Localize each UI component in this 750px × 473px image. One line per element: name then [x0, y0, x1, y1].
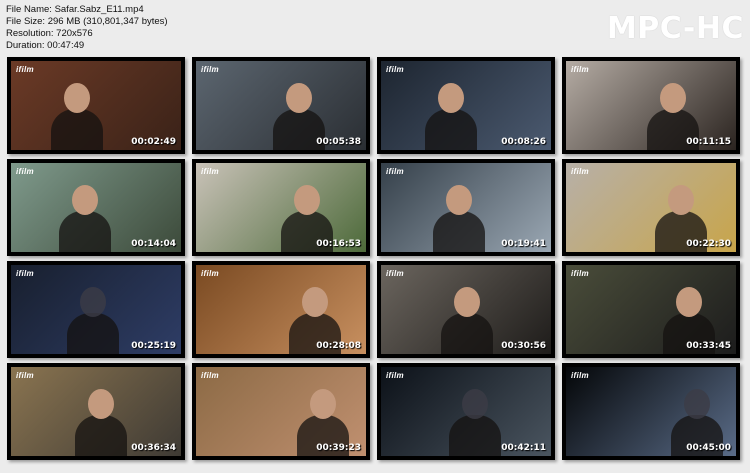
channel-watermark: ifilm: [16, 167, 34, 176]
scene-figure-head: [294, 185, 320, 215]
scene-figure: [51, 109, 103, 150]
scene-figure: [441, 313, 493, 354]
thumbnail-timestamp: 00:45:00: [686, 443, 731, 453]
thumbnail-frame: ifilm 00:05:38: [196, 61, 366, 150]
thumbnail-frame: ifilm 00:22:30: [566, 163, 736, 252]
channel-watermark: ifilm: [571, 269, 589, 278]
thumbnail-frame: ifilm 00:25:19: [11, 265, 181, 354]
scene-figure-head: [438, 83, 464, 113]
video-thumbnail[interactable]: ifilm 00:02:49: [7, 57, 185, 154]
scene-figure: [59, 211, 111, 252]
thumbnail-frame: ifilm 00:08:26: [381, 61, 551, 150]
resolution-text: Resolution: 720x576: [6, 28, 93, 39]
thumbnail-timestamp: 00:05:38: [316, 137, 361, 147]
scene-figure-head: [462, 389, 488, 419]
mpc-hc-logo: MPC-HC: [606, 11, 744, 46]
channel-watermark: ifilm: [201, 269, 219, 278]
scene-figure-head: [454, 287, 480, 317]
video-thumbnail[interactable]: ifilm 00:16:53: [192, 159, 370, 256]
thumbnail-frame: ifilm 00:33:45: [566, 265, 736, 354]
channel-watermark: ifilm: [201, 65, 219, 74]
scene-figure-head: [80, 287, 106, 317]
thumbnail-timestamp: 00:22:30: [686, 239, 731, 249]
channel-watermark: ifilm: [386, 269, 404, 278]
video-thumbnail[interactable]: ifilm 00:22:30: [562, 159, 740, 256]
thumbnail-frame: ifilm 00:42:11: [381, 367, 551, 456]
thumbnail-timestamp: 00:28:08: [316, 341, 361, 351]
thumbnail-frame: ifilm 00:16:53: [196, 163, 366, 252]
channel-watermark: ifilm: [16, 371, 34, 380]
channel-watermark: ifilm: [386, 371, 404, 380]
file-name-text: File Name: Safar.Sabz_E11.mp4: [6, 4, 144, 15]
scene-figure: [67, 313, 119, 354]
channel-watermark: ifilm: [571, 371, 589, 380]
scene-figure: [425, 109, 477, 150]
duration-text: Duration: 00:47:49: [6, 40, 85, 51]
video-thumbnail[interactable]: ifilm 00:39:23: [192, 363, 370, 460]
video-thumbnail[interactable]: ifilm 00:08:26: [377, 57, 555, 154]
thumbnail-timestamp: 00:39:23: [316, 443, 361, 453]
scene-figure-head: [286, 83, 312, 113]
video-thumbnail[interactable]: ifilm 00:11:15: [562, 57, 740, 154]
thumbnail-frame: ifilm 00:19:41: [381, 163, 551, 252]
thumbnail-timestamp: 00:36:34: [131, 443, 176, 453]
channel-watermark: ifilm: [16, 269, 34, 278]
video-thumbnail[interactable]: ifilm 00:25:19: [7, 261, 185, 358]
thumbnail-timestamp: 00:30:56: [501, 341, 546, 351]
scene-figure-head: [64, 83, 90, 113]
thumbnail-frame: ifilm 00:14:04: [11, 163, 181, 252]
video-thumbnail[interactable]: ifilm 00:14:04: [7, 159, 185, 256]
thumbnail-timestamp: 00:25:19: [131, 341, 176, 351]
thumbnail-frame: ifilm 00:30:56: [381, 265, 551, 354]
thumbnail-timestamp: 00:42:11: [501, 443, 546, 453]
channel-watermark: ifilm: [571, 167, 589, 176]
scene-figure: [75, 415, 127, 456]
channel-watermark: ifilm: [386, 167, 404, 176]
thumbnail-frame: ifilm 00:36:34: [11, 367, 181, 456]
channel-watermark: ifilm: [571, 65, 589, 74]
scene-figure-head: [684, 389, 710, 419]
thumbnail-frame: ifilm 00:39:23: [196, 367, 366, 456]
thumbnail-timestamp: 00:33:45: [686, 341, 731, 351]
video-thumbnail[interactable]: ifilm 00:28:08: [192, 261, 370, 358]
thumbnail-frame: ifilm 00:11:15: [566, 61, 736, 150]
thumbnail-timestamp: 00:11:15: [686, 137, 731, 147]
video-thumbnail[interactable]: ifilm 00:42:11: [377, 363, 555, 460]
thumbnail-frame: ifilm 00:45:00: [566, 367, 736, 456]
video-thumbnail[interactable]: ifilm 00:36:34: [7, 363, 185, 460]
video-thumbnail[interactable]: ifilm 00:45:00: [562, 363, 740, 460]
scene-figure-head: [88, 389, 114, 419]
file-info-panel: File Name: Safar.Sabz_E11.mp4 File Size:…: [6, 4, 168, 52]
scene-figure: [433, 211, 485, 252]
channel-watermark: ifilm: [386, 65, 404, 74]
thumbnail-timestamp: 00:14:04: [131, 239, 176, 249]
video-thumbnail[interactable]: ifilm 00:30:56: [377, 261, 555, 358]
scene-figure-head: [72, 185, 98, 215]
scene-figure-head: [676, 287, 702, 317]
thumbnail-timestamp: 00:02:49: [131, 137, 176, 147]
video-thumbnail[interactable]: ifilm 00:05:38: [192, 57, 370, 154]
thumbnail-timestamp: 00:19:41: [501, 239, 546, 249]
file-size-text: File Size: 296 MB (310,801,347 bytes): [6, 16, 168, 27]
channel-watermark: ifilm: [201, 167, 219, 176]
thumbnail-frame: ifilm 00:02:49: [11, 61, 181, 150]
thumbnail-frame: ifilm 00:28:08: [196, 265, 366, 354]
thumbnail-timestamp: 00:08:26: [501, 137, 546, 147]
scene-figure-head: [660, 83, 686, 113]
video-thumbnail[interactable]: ifilm 00:19:41: [377, 159, 555, 256]
channel-watermark: ifilm: [201, 371, 219, 380]
scene-figure-head: [310, 389, 336, 419]
scene-figure-head: [302, 287, 328, 317]
scene-figure-head: [668, 185, 694, 215]
scene-figure: [449, 415, 501, 456]
video-thumbnail[interactable]: ifilm 00:33:45: [562, 261, 740, 358]
channel-watermark: ifilm: [16, 65, 34, 74]
thumbnail-timestamp: 00:16:53: [316, 239, 361, 249]
scene-figure-head: [446, 185, 472, 215]
